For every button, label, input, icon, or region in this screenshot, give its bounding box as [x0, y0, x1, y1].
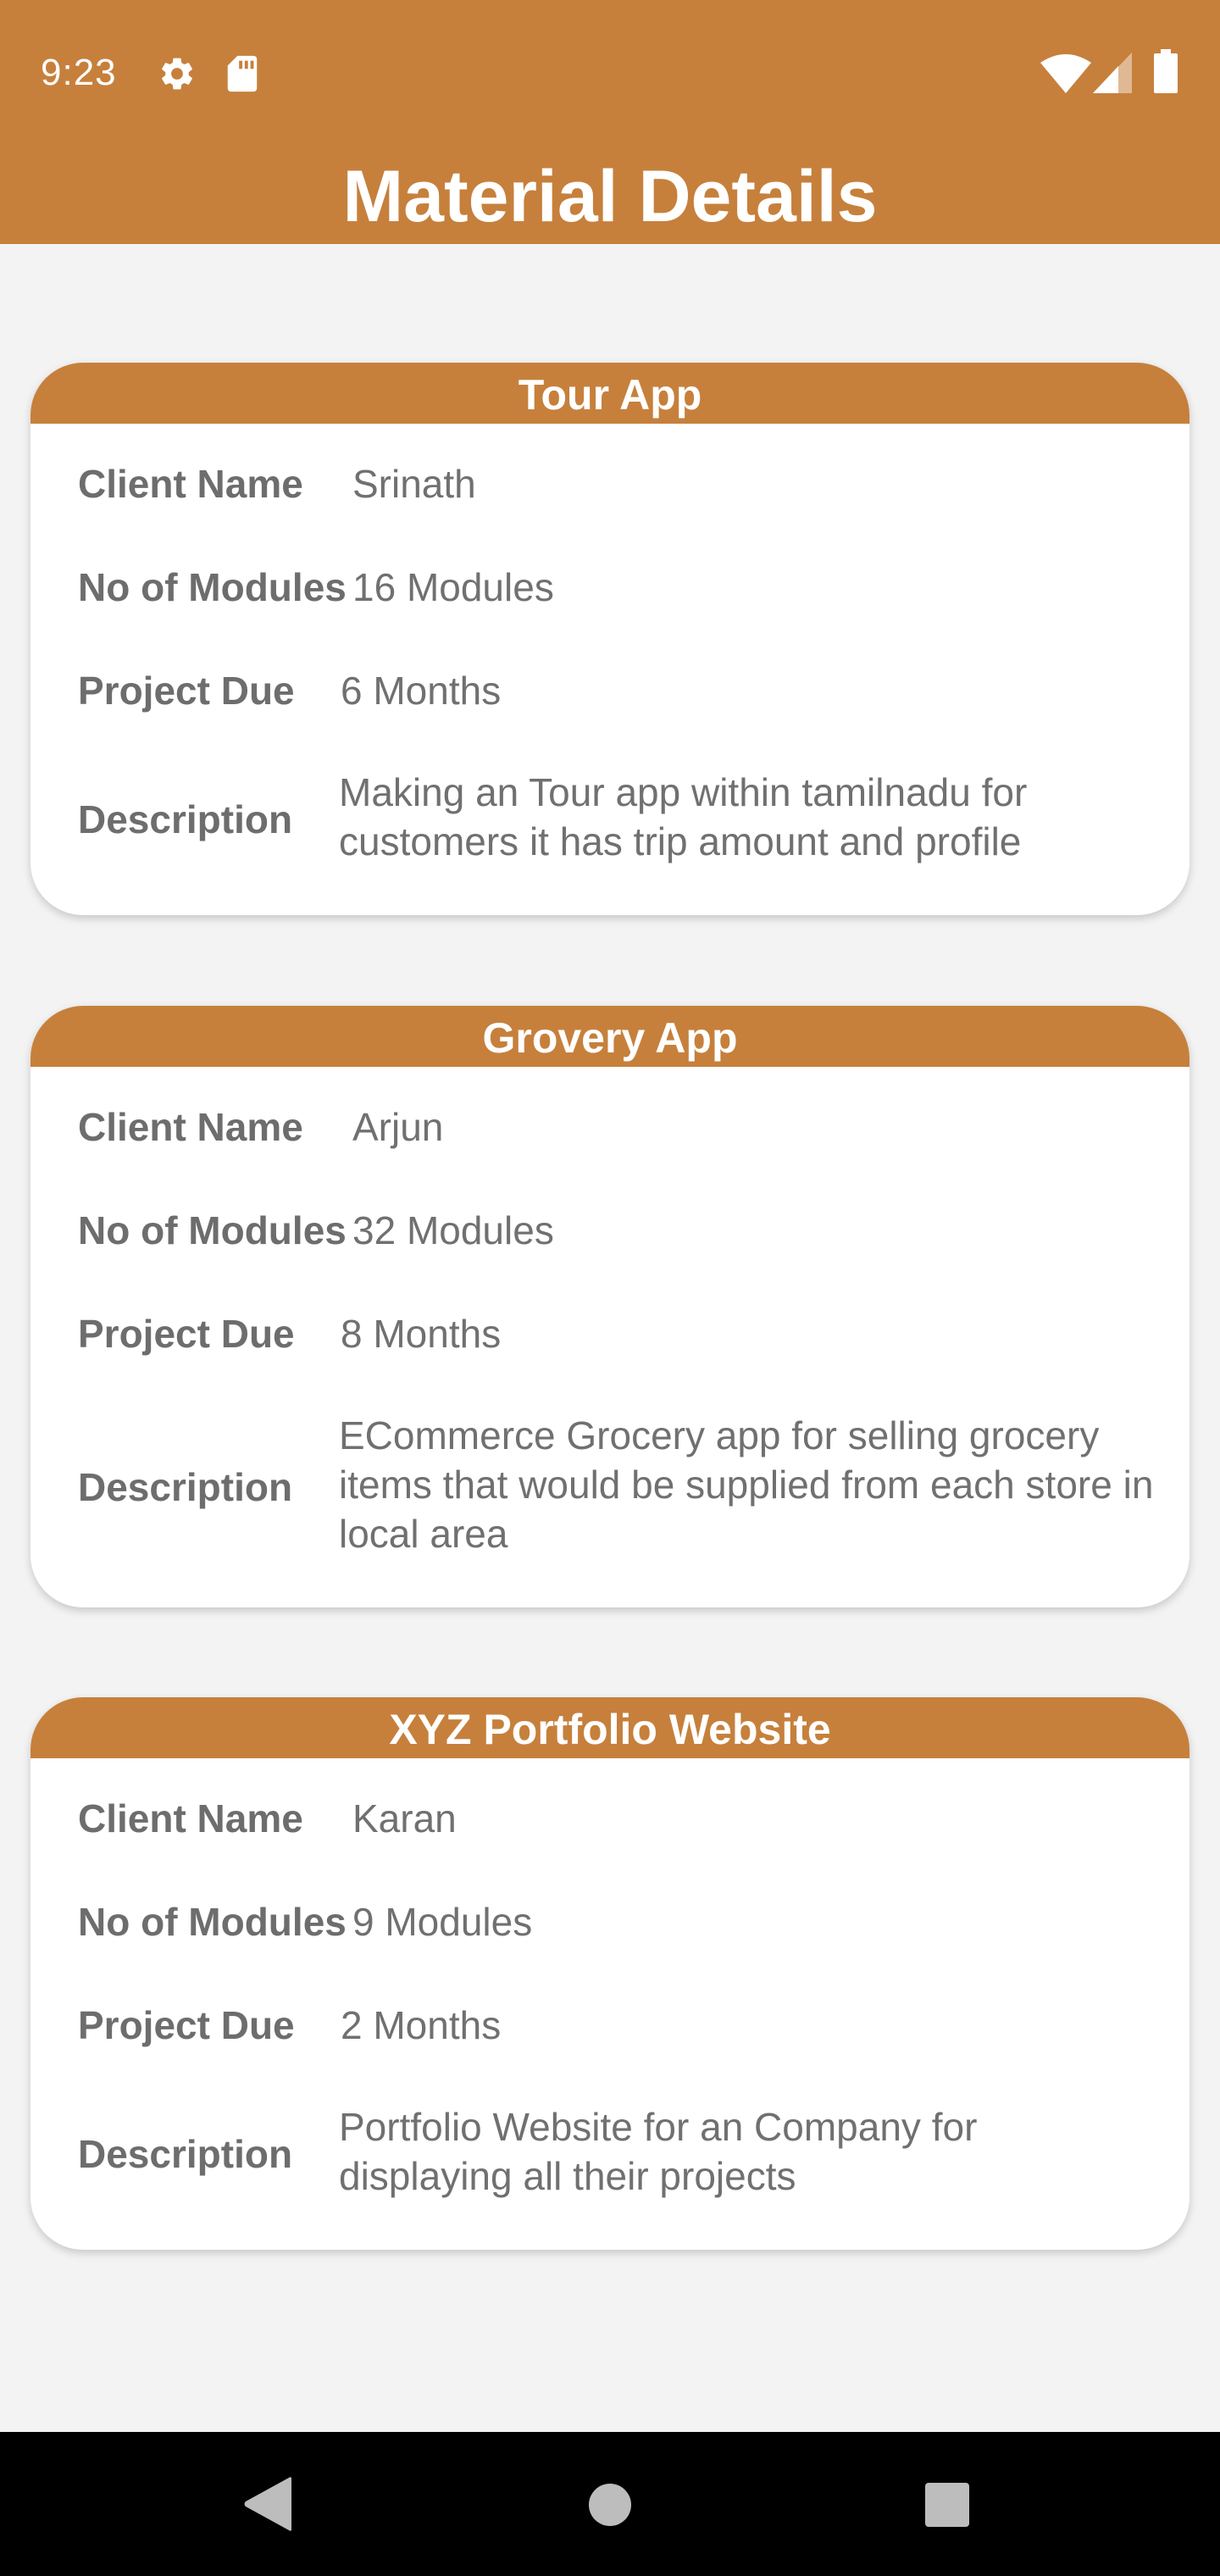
- description-value: ECommerce Grocery app for selling grocer…: [339, 1413, 1154, 1556]
- project-card: XYZ Portfolio Website Client Name Karan …: [30, 1697, 1190, 2250]
- battery-icon: [1154, 49, 1178, 93]
- project-due-value: 2 Months: [341, 2003, 502, 2047]
- description-label: Description: [78, 1465, 293, 1509]
- gear-icon: [162, 58, 192, 90]
- project-due-label: Project Due: [78, 1312, 295, 1356]
- modules-label: No of Modules: [78, 1208, 347, 1252]
- project-card: Grovery App Client Name Arjun No of Modu…: [30, 1006, 1190, 1607]
- project-due-label: Project Due: [78, 2003, 295, 2047]
- client-name-label: Client Name: [78, 1105, 303, 1149]
- description-value: Making an Tour app within tamilnadu for …: [339, 770, 1028, 863]
- project-title: XYZ Portfolio Website: [30, 1697, 1190, 1758]
- client-name-value: Arjun: [352, 1105, 444, 1149]
- description-label: Description: [78, 797, 293, 841]
- status-time: 9:23: [41, 52, 117, 93]
- home-icon[interactable]: [588, 2483, 632, 2527]
- modules-value: 32 Modules: [352, 1208, 554, 1252]
- navigation-bar: [0, 2432, 1220, 2576]
- description-label: Description: [78, 2132, 293, 2176]
- cellular-signal-icon: [1093, 53, 1132, 93]
- project-due-value: 6 Months: [341, 669, 502, 713]
- status-bar: 9:23: [0, 0, 1220, 146]
- wifi-icon: [1040, 54, 1091, 93]
- project-card: Tour App Client Name Srinath No of Modul…: [30, 363, 1190, 915]
- project-title: Tour App: [30, 363, 1190, 424]
- project-due-value: 8 Months: [341, 1312, 502, 1356]
- modules-label: No of Modules: [78, 1900, 347, 1944]
- sd-card-icon: [227, 55, 258, 92]
- client-name-label: Client Name: [78, 462, 303, 506]
- app-header: 9:23 Material Details: [0, 0, 1220, 244]
- page-title: Material Details: [342, 156, 878, 237]
- modules-label: No of Modules: [78, 565, 347, 609]
- project-title: Grovery App: [30, 1006, 1190, 1067]
- client-name-value: Karan: [352, 1796, 457, 1840]
- description-value: Portfolio Website for an Company for dis…: [339, 2105, 978, 2198]
- client-name-label: Client Name: [78, 1796, 303, 1840]
- modules-value: 9 Modules: [352, 1900, 533, 1944]
- back-icon[interactable]: [242, 2476, 293, 2532]
- project-due-label: Project Due: [78, 669, 295, 713]
- client-name-value: Srinath: [352, 462, 476, 506]
- modules-value: 16 Modules: [352, 565, 554, 609]
- recents-icon[interactable]: [925, 2483, 969, 2527]
